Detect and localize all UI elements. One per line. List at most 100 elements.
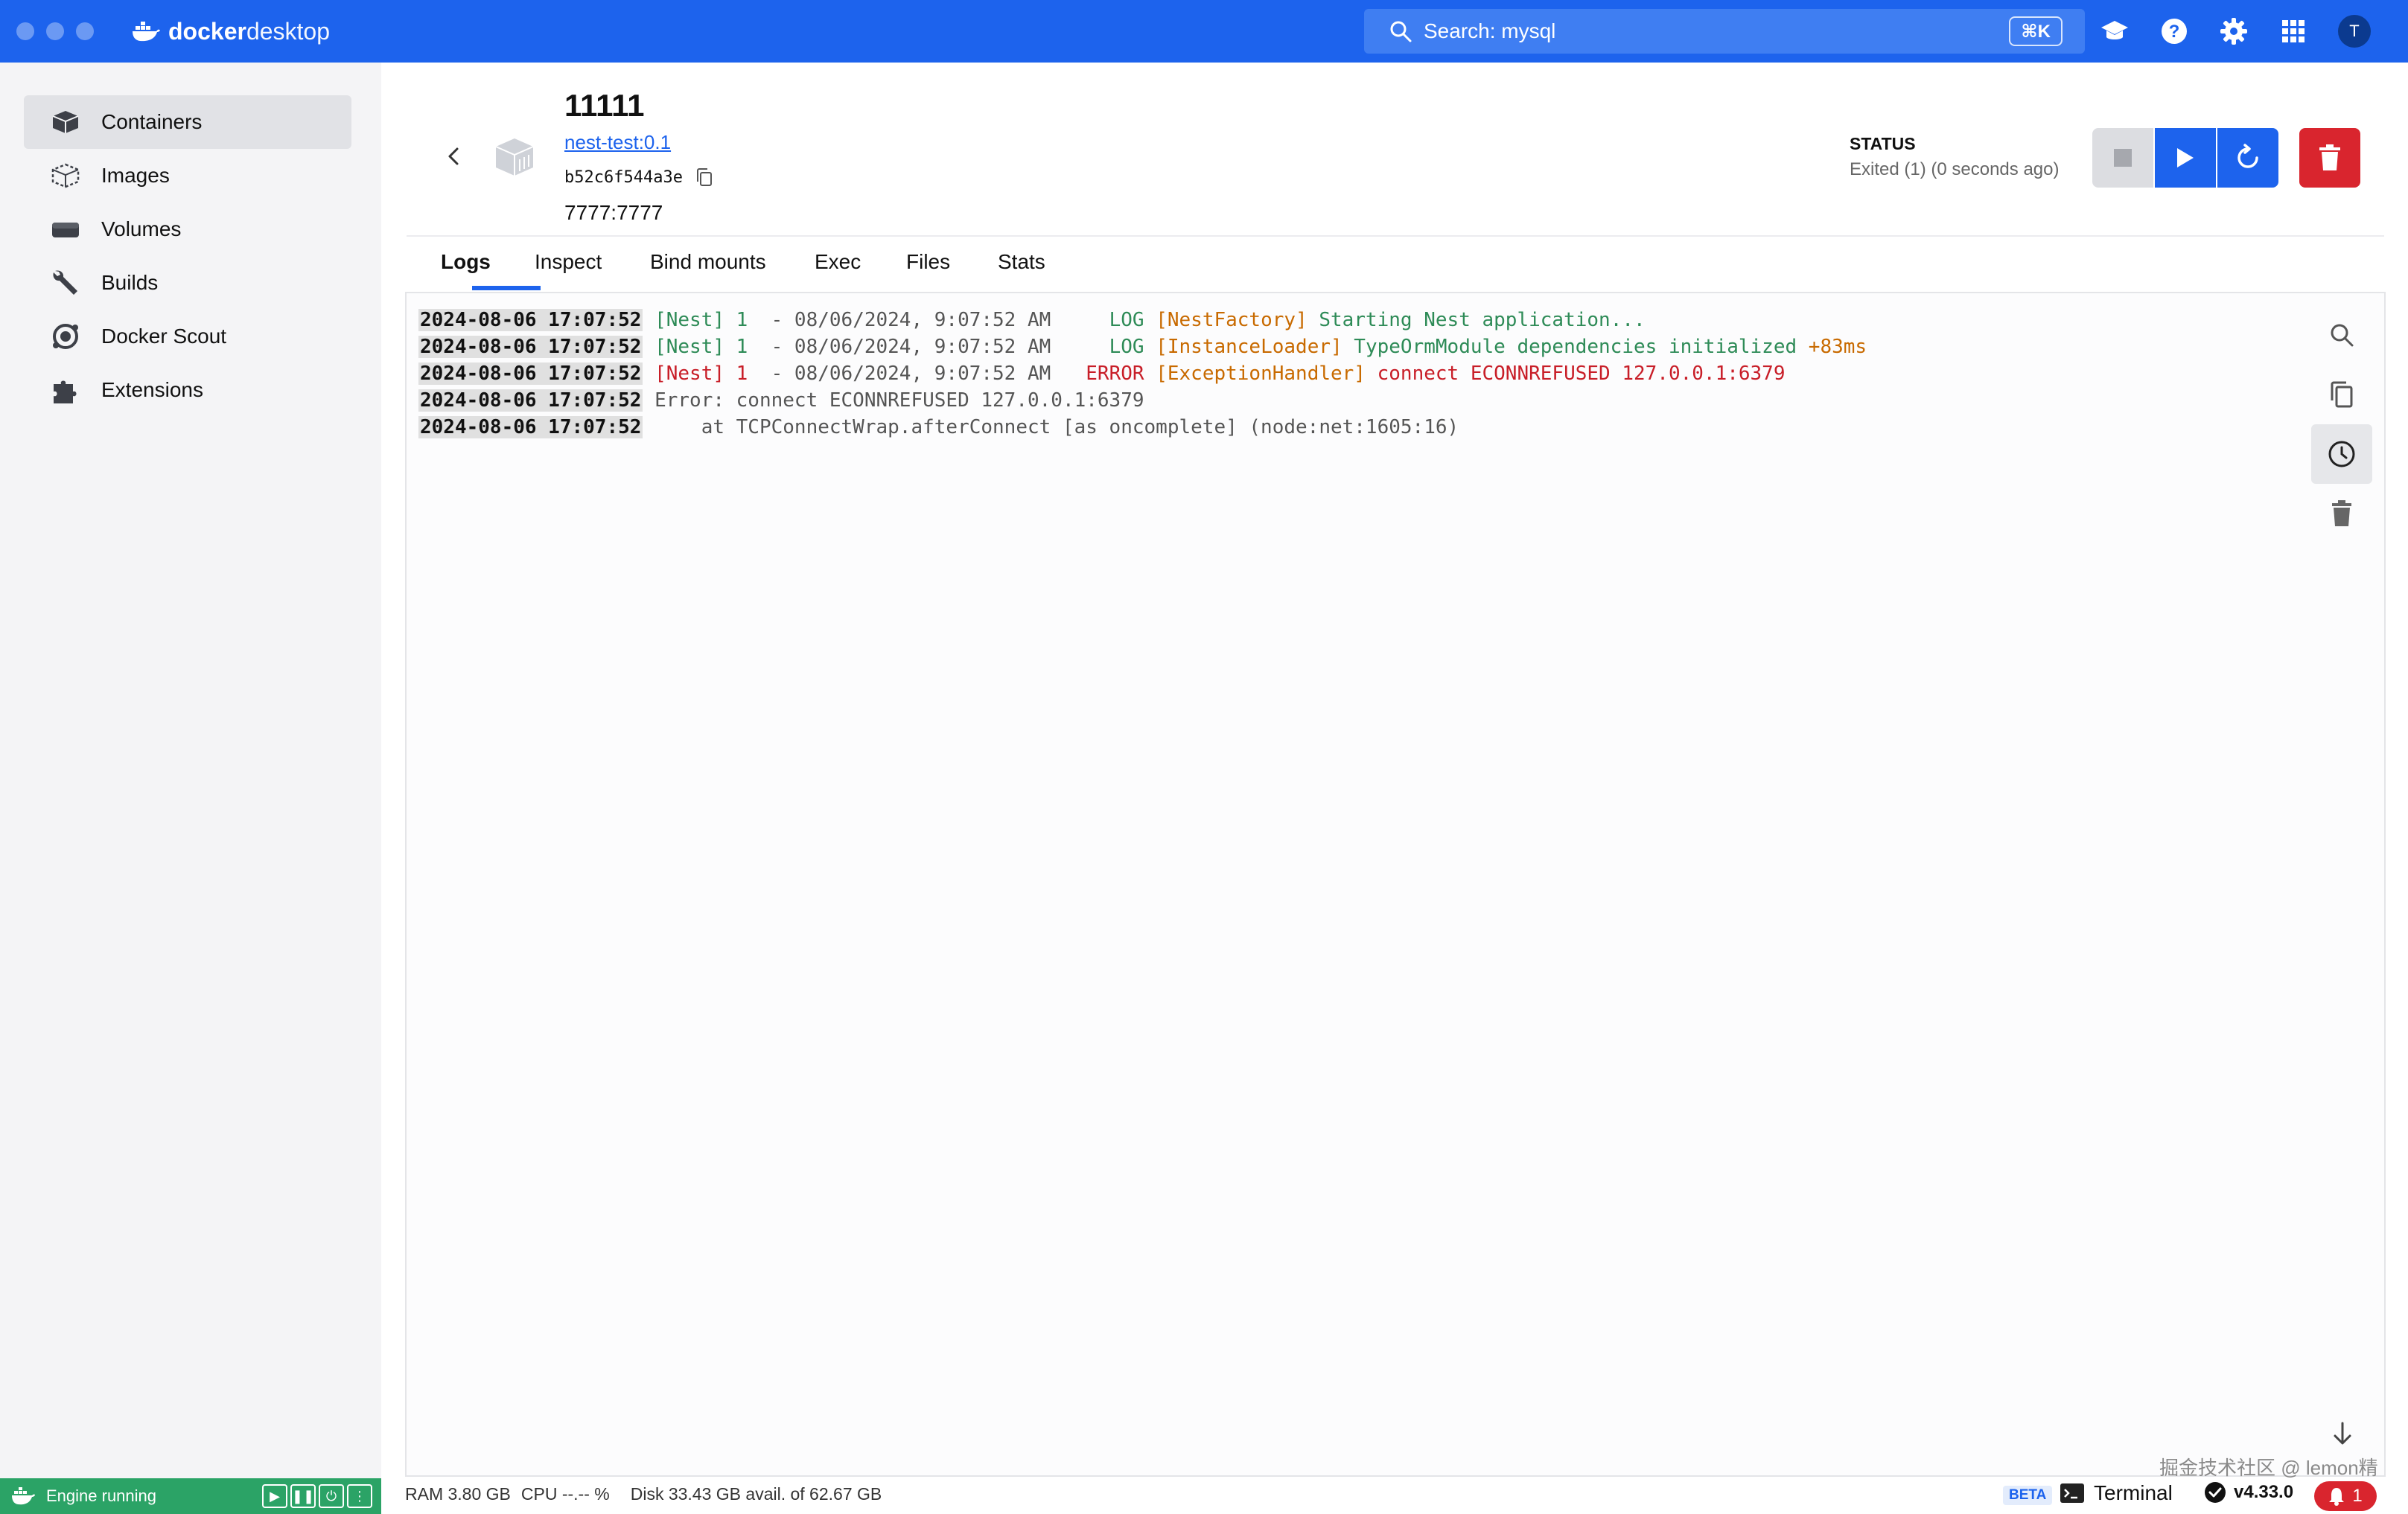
search-bar[interactable]: Search: mysql ⌘K (1364, 9, 2085, 54)
app-logo: docker desktop (131, 18, 330, 45)
notifications-button[interactable]: 1 (2314, 1481, 2377, 1511)
log-line: 2024-08-06 17:07:52 [Nest] 1 - 08/06/202… (418, 336, 1867, 358)
learning-center-button[interactable] (2100, 16, 2130, 46)
resource-usage: RAM 3.80 GB CPU --.-- % Disk 33.43 GB avai… (405, 1484, 892, 1504)
delete-button[interactable] (2299, 128, 2360, 188)
container-name: 11111 (564, 88, 645, 123)
terminal-icon (2060, 1483, 2084, 1503)
log-panel[interactable]: 2024-08-06 17:07:52 [Nest] 1 - 08/06/202… (405, 292, 2386, 1477)
extensions-grid-button[interactable] (2278, 16, 2308, 46)
container-status-icon (495, 138, 534, 176)
log-toolbar (2311, 305, 2372, 543)
trash-icon (2332, 500, 2351, 526)
container-port-mapping[interactable]: 7777:7777 (564, 201, 663, 225)
log-line: 2024-08-06 17:07:52 [Nest] 1 - 08/06/202… (418, 362, 1786, 385)
gear-icon (2220, 18, 2247, 45)
watermark: 掘金技术社区 @ lemon精 (2159, 1457, 2378, 1479)
stop-button[interactable] (2092, 128, 2153, 188)
sidebar: Containers Images Volumes Builds Docker … (0, 63, 381, 1478)
app-name-rest: desktop (246, 17, 331, 45)
engine-status-bar: Engine running ▶ ❚❚ ⏻ ⋮ (0, 1478, 381, 1514)
log-line: 2024-08-06 17:07:52 at TCPConnectWrap.af… (418, 416, 1459, 438)
engine-status-text: Engine running (46, 1486, 157, 1505)
docker-whale-icon (12, 1487, 35, 1505)
tab-files[interactable]: Files (906, 250, 950, 274)
stop-icon (2114, 149, 2132, 167)
engine-power-button[interactable]: ⏻ (319, 1484, 344, 1508)
log-copy-button[interactable] (2311, 365, 2372, 424)
top-toolbar: ? T (2100, 0, 2371, 63)
tab-logs[interactable]: Logs (441, 250, 491, 274)
sidebar-item-label: Containers (101, 110, 203, 133)
tab-exec[interactable]: Exec (815, 250, 861, 274)
sidebar-item-containers[interactable]: Containers (24, 95, 351, 149)
scout-icon (49, 320, 82, 353)
log-output: 2024-08-06 17:07:52 [Nest] 1 - 08/06/202… (418, 307, 1867, 441)
check-circle-icon (2205, 1482, 2226, 1503)
tab-inspect[interactable]: Inspect (535, 250, 602, 274)
graduation-cap-icon (2101, 21, 2128, 39)
disk-usage: Disk 33.43 GB avail. of 62.67 GB (630, 1484, 882, 1504)
active-tab-indicator (472, 286, 541, 290)
play-icon (2177, 148, 2194, 167)
docker-whale-icon (133, 22, 160, 42)
help-icon: ? (2162, 19, 2187, 44)
settings-button[interactable] (2219, 16, 2249, 46)
update-status[interactable]: v4.33.0 (2204, 1481, 2293, 1504)
trash-icon (2319, 144, 2340, 170)
zoom-window-button[interactable] (76, 22, 94, 40)
image-icon (49, 159, 82, 192)
volume-icon (49, 213, 82, 246)
notification-count: 1 (2352, 1486, 2363, 1506)
header-divider (407, 235, 2384, 237)
terminal-label: Terminal (2094, 1481, 2173, 1504)
sidebar-item-label: Docker Scout (101, 325, 227, 348)
log-timestamps-toggle[interactable] (2311, 424, 2372, 484)
minimize-window-button[interactable] (46, 22, 64, 40)
beta-badge: BETA (2003, 1486, 2053, 1505)
bell-icon (2329, 1488, 2345, 1506)
engine-more-button[interactable]: ⋮ (347, 1484, 372, 1508)
container-image-link[interactable]: nest-test:0.1 (564, 131, 671, 154)
copy-icon (2331, 381, 2353, 408)
sidebar-item-extensions[interactable]: Extensions (24, 363, 351, 417)
puzzle-icon (49, 374, 82, 406)
back-chevron-icon[interactable] (439, 141, 469, 171)
clock-icon (2328, 441, 2355, 467)
close-window-button[interactable] (16, 22, 34, 40)
ram-usage: RAM 3.80 GB (405, 1484, 511, 1504)
scroll-to-bottom-icon[interactable] (2328, 1419, 2357, 1448)
log-line: 2024-08-06 17:07:52 Error: connect ECONN… (418, 389, 1144, 412)
sidebar-item-images[interactable]: Images (24, 149, 351, 202)
sidebar-item-builds[interactable]: Builds (24, 256, 351, 310)
search-shortcut-badge: ⌘K (2009, 16, 2063, 46)
wrench-icon (49, 266, 82, 299)
sidebar-item-volumes[interactable]: Volumes (24, 202, 351, 256)
start-button[interactable] (2155, 128, 2216, 188)
status-value: Exited (1) (0 seconds ago) (1850, 159, 2060, 179)
log-search-button[interactable] (2311, 305, 2372, 365)
user-avatar[interactable]: T (2338, 15, 2371, 48)
tab-stats[interactable]: Stats (998, 250, 1045, 274)
title-bar: docker desktop Search: mysql ⌘K ? T (0, 0, 2408, 63)
container-id: b52c6f544a3e (564, 168, 683, 187)
log-clear-button[interactable] (2311, 484, 2372, 543)
copy-id-icon[interactable] (694, 167, 715, 189)
log-line: 2024-08-06 17:07:52 [Nest] 1 - 08/06/202… (418, 309, 1646, 331)
restart-button[interactable] (2217, 128, 2278, 188)
engine-controls: ▶ ❚❚ ⏻ ⋮ (262, 1484, 372, 1508)
engine-pause-button[interactable]: ❚❚ (290, 1484, 316, 1508)
sidebar-item-label: Builds (101, 271, 159, 294)
container-icon (49, 106, 82, 138)
search-icon (1390, 21, 1412, 42)
sidebar-item-docker-scout[interactable]: Docker Scout (24, 310, 351, 363)
terminal-button[interactable]: Terminal (2060, 1481, 2173, 1505)
search-text: Search: mysql (1424, 19, 1556, 42)
engine-resume-button[interactable]: ▶ (262, 1484, 287, 1508)
window-controls[interactable] (16, 22, 94, 40)
tab-bind-mounts[interactable]: Bind mounts (650, 250, 766, 274)
version-label: v4.33.0 (2234, 1482, 2294, 1502)
cpu-usage: CPU --.-- % (520, 1484, 610, 1504)
status-label: STATUS (1850, 134, 1916, 153)
help-button[interactable]: ? (2159, 16, 2189, 46)
